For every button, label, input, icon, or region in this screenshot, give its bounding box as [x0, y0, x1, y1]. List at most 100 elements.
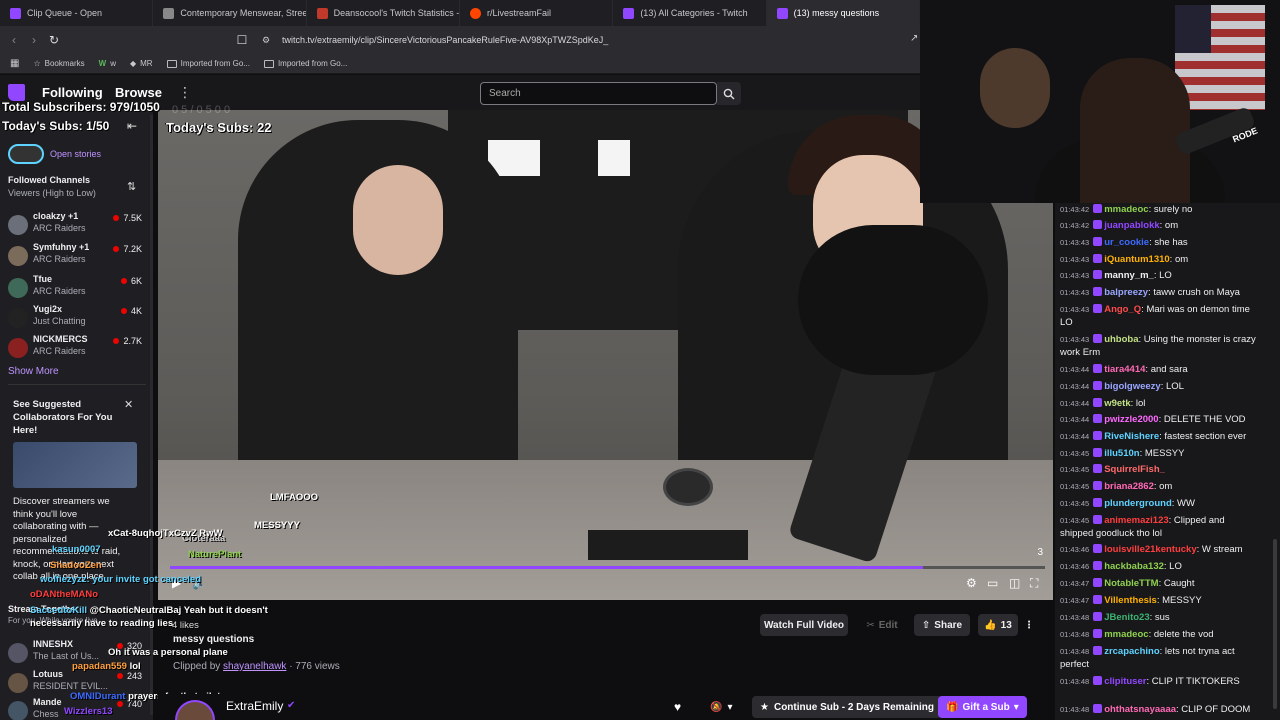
chat-badge-icon[interactable]: [1093, 204, 1103, 213]
chat-username[interactable]: balpreezy: [1104, 287, 1148, 298]
nav-browse[interactable]: Browse: [115, 85, 162, 100]
picture-in-picture-icon[interactable]: ◫: [1009, 576, 1020, 590]
chat-badge-icon[interactable]: [1093, 578, 1103, 587]
continue-sub-button[interactable]: ★ Continue Sub - 2 Days Remaining: [752, 696, 942, 718]
chat-username[interactable]: mmadeoc: [1104, 629, 1148, 640]
more-options-button[interactable]: ⋮: [1022, 614, 1036, 636]
chat-username[interactable]: louisville21kentucky: [1104, 544, 1196, 555]
chat-badge-icon[interactable]: [1093, 464, 1103, 473]
stories-avatar[interactable]: [8, 144, 44, 164]
chat-badge-icon[interactable]: [1093, 515, 1103, 524]
chat-username[interactable]: clipituser: [1104, 676, 1146, 687]
chat-badge-icon[interactable]: [1093, 431, 1103, 440]
chat-badge-icon[interactable]: [1093, 254, 1103, 263]
share-page-icon[interactable]: ↗: [910, 33, 918, 44]
chat-badge-icon[interactable]: [1093, 381, 1103, 390]
streamer-name[interactable]: ExtraEmily: [226, 699, 283, 713]
forward-arrow-icon[interactable]: ›: [24, 33, 44, 47]
chat-badge-icon[interactable]: [1093, 629, 1103, 638]
close-icon[interactable]: ✕: [124, 398, 133, 411]
chat-badge-icon[interactable]: [1093, 561, 1103, 570]
followed-channel[interactable]: Symfuhny +1 ARC Raiders 7.2K: [0, 242, 150, 272]
chat-username[interactable]: briana2862: [1104, 481, 1154, 492]
chat-username[interactable]: zrcapachino: [1104, 646, 1159, 657]
chat-badge-icon[interactable]: [1093, 498, 1103, 507]
chat-username[interactable]: pwizzle2000: [1104, 414, 1158, 425]
apps-grid-icon[interactable]: ▦: [10, 58, 19, 69]
chat-badge-icon[interactable]: [1093, 398, 1103, 407]
chat-badge-icon[interactable]: [1093, 448, 1103, 457]
bookmark-folder[interactable]: Imported from Go...: [263, 59, 347, 68]
bookmark-item[interactable]: Ww: [99, 59, 116, 68]
bookmark-folder[interactable]: Imported from Go...: [166, 59, 250, 68]
chat-username[interactable]: uhboba: [1104, 334, 1138, 345]
theatre-mode-icon[interactable]: ▭: [987, 576, 998, 590]
settings-gear-icon[interactable]: ⚙: [966, 576, 977, 590]
followed-channel[interactable]: Tfue ARC Raiders 6K: [0, 274, 150, 304]
bookmark-item[interactable]: ☆ Bookmarks: [33, 59, 84, 68]
chat-username[interactable]: ohthatsnayaaaa: [1104, 704, 1176, 715]
browser-tab-clip-queue[interactable]: Clip Queue - Open: [0, 0, 154, 26]
chat-badge-icon[interactable]: [1093, 704, 1103, 713]
chat-username[interactable]: mmadeoc: [1104, 204, 1148, 215]
twitch-logo-icon[interactable]: [8, 84, 25, 101]
followed-channel[interactable]: Yugi2x Just Chatting 4K: [0, 304, 150, 334]
browser-tab-lsf[interactable]: r/LivestreamFail: [460, 0, 614, 26]
nav-following[interactable]: Following: [42, 85, 103, 100]
chat-badge-icon[interactable]: [1093, 304, 1103, 313]
chat-username[interactable]: iQuantum1310: [1104, 254, 1169, 265]
chat-username[interactable]: SquirrelFish_: [1104, 464, 1165, 475]
browser-tab-menswear[interactable]: Contemporary Menswear, Streetwear: [153, 0, 307, 26]
back-arrow-icon[interactable]: ‹: [4, 33, 24, 47]
chat-badge-icon[interactable]: [1093, 237, 1103, 246]
browser-tab-messy-questions[interactable]: (13) messy questions: [766, 0, 920, 26]
chat-username[interactable]: w9etk: [1104, 398, 1130, 409]
chat-username[interactable]: plunderground: [1104, 498, 1172, 509]
chat-username[interactable]: tiara4414: [1104, 364, 1145, 375]
chat-username[interactable]: manny_m_: [1104, 270, 1154, 281]
bookmark-star-icon[interactable]: ☐: [232, 33, 252, 47]
chat-badge-icon[interactable]: [1093, 612, 1103, 621]
chat-scrollbar[interactable]: [1273, 539, 1277, 709]
watch-full-video-button[interactable]: Watch Full Video: [760, 614, 848, 636]
chat-username[interactable]: Ango_Q: [1104, 304, 1141, 315]
chat-badge-icon[interactable]: [1093, 646, 1103, 655]
chat-badge-icon[interactable]: [1093, 334, 1103, 343]
share-button[interactable]: ⇧ Share: [914, 614, 970, 636]
edit-button[interactable]: ✂ Edit: [858, 614, 906, 636]
chat-username[interactable]: bigolgweezy: [1104, 381, 1160, 392]
chat-badge-icon[interactable]: [1093, 481, 1103, 490]
chat-username[interactable]: juanpablokk: [1104, 220, 1159, 231]
chat-badge-icon[interactable]: [1093, 595, 1103, 604]
reload-icon[interactable]: ↻: [44, 33, 64, 47]
more-menu-icon[interactable]: ⋮: [178, 84, 192, 101]
collapse-sidebar-icon[interactable]: ⇤: [127, 119, 137, 133]
chat-username[interactable]: Villenthesis: [1104, 595, 1157, 606]
chat-badge-icon[interactable]: [1093, 270, 1103, 279]
chat-username[interactable]: illu510n: [1104, 448, 1139, 459]
notifications-button[interactable]: 🔕 ▾: [702, 696, 740, 718]
followed-channel[interactable]: cloakzy +1 ARC Raiders 7.5K: [0, 211, 150, 241]
clipper-link[interactable]: shayanelhawk: [223, 661, 286, 672]
chat-username[interactable]: animemazi123: [1104, 515, 1168, 526]
chat-badge-icon[interactable]: [1093, 676, 1103, 685]
sort-icon[interactable]: ⇅: [127, 180, 136, 193]
browser-tab-categories[interactable]: (13) All Categories - Twitch: [613, 0, 767, 26]
chat-username[interactable]: ur_cookie: [1104, 237, 1149, 248]
site-info-icon[interactable]: ⚙: [262, 32, 270, 49]
sort-label[interactable]: Viewers (High to Low): [8, 188, 96, 198]
chat-username[interactable]: hackbaba132: [1104, 561, 1164, 572]
fullscreen-icon[interactable]: ⛶: [1030, 576, 1038, 591]
chat-badge-icon[interactable]: [1093, 220, 1103, 229]
search-input[interactable]: Search: [480, 82, 717, 105]
show-more-link[interactable]: Show More: [8, 366, 59, 377]
bookmark-item[interactable]: ◆ MR: [130, 59, 153, 68]
gift-sub-button[interactable]: 🎁 Gift a Sub ▾: [938, 696, 1027, 718]
chat-username[interactable]: RiveNishere: [1104, 431, 1159, 442]
chat-badge-icon[interactable]: [1093, 544, 1103, 553]
url-field[interactable]: ⚙ twitch.tv/extraemily/clip/SincereVicto…: [258, 32, 898, 49]
chat-badge-icon[interactable]: [1093, 287, 1103, 296]
chat-badge-icon[interactable]: [1093, 364, 1103, 373]
followed-channel[interactable]: NICKMERCS ARC Raiders 2.7K: [0, 334, 150, 364]
chat-username[interactable]: NotableTTM: [1104, 578, 1158, 589]
